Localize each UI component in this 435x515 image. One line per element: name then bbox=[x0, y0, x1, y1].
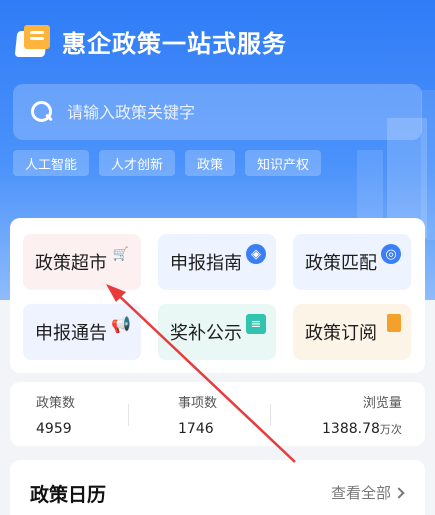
match-icon: ◎ bbox=[381, 244, 401, 264]
stat-value: 1746 bbox=[178, 421, 214, 437]
stat-item-count: 事项数 1746 bbox=[178, 392, 217, 437]
section-title: 政策日历 bbox=[30, 484, 107, 506]
stat-value: 1388.78 bbox=[322, 421, 380, 437]
tile-label: 申报通告 bbox=[35, 323, 107, 344]
stat-label: 政策数 bbox=[36, 396, 76, 411]
tile-apply-guide[interactable]: 申报指南 ◈ bbox=[158, 234, 276, 290]
tile-label: 奖补公示 bbox=[170, 323, 242, 344]
stats-bar: 政策数 4959 事项数 1746 浏览量 1388.78万次 bbox=[10, 382, 425, 446]
view-all-label: 查看全部 bbox=[330, 484, 391, 502]
search-input[interactable] bbox=[67, 102, 387, 122]
tile-label: 政策订阅 bbox=[305, 323, 377, 344]
service-grid: 政策超市 🛒 申报指南 ◈ 政策匹配 ◎ 申报通告 📢 奖补公示 ≡ 政策订阅 bbox=[10, 218, 425, 373]
tile-policy-subscribe[interactable]: 政策订阅 bbox=[293, 304, 411, 360]
stat-policy-count: 政策数 4959 bbox=[36, 392, 75, 437]
cart-icon: 🛒 bbox=[112, 246, 130, 262]
search-bar[interactable] bbox=[13, 84, 422, 140]
folder-logo-icon bbox=[14, 24, 52, 59]
building-decoration bbox=[421, 90, 435, 240]
tag-policy[interactable]: 政策 bbox=[185, 150, 236, 176]
compass-icon: ◈ bbox=[246, 244, 266, 264]
stat-views: 浏览量 1388.78万次 bbox=[322, 392, 402, 437]
divider bbox=[128, 404, 129, 426]
stat-unit: 万次 bbox=[379, 423, 402, 436]
app-header: 惠企政策一站式服务 bbox=[14, 24, 287, 59]
tag-ip[interactable]: 知识产权 bbox=[245, 150, 322, 176]
page-title: 惠企政策一站式服务 bbox=[62, 30, 287, 58]
stat-label: 浏览量 bbox=[362, 396, 402, 411]
tile-label: 申报指南 bbox=[170, 253, 242, 274]
stat-value: 4959 bbox=[36, 421, 72, 437]
divider bbox=[270, 404, 271, 426]
tile-apply-notice[interactable]: 申报通告 📢 bbox=[23, 304, 141, 360]
chevron-right-icon bbox=[393, 486, 405, 499]
tile-policy-match[interactable]: 政策匹配 ◎ bbox=[293, 234, 411, 290]
policy-calendar: 政策日历 查看全部 bbox=[10, 460, 425, 515]
search-icon[interactable] bbox=[31, 101, 53, 123]
bookmark-icon bbox=[387, 314, 401, 332]
view-all-link[interactable]: 查看全部 bbox=[330, 482, 405, 503]
chat-icon: ≡ bbox=[246, 314, 266, 334]
stat-label: 事项数 bbox=[178, 396, 218, 411]
megaphone-icon: 📢 bbox=[111, 314, 131, 334]
tile-subsidy-publicity[interactable]: 奖补公示 ≡ bbox=[158, 304, 276, 360]
tile-label: 政策超市 bbox=[35, 253, 107, 274]
hot-tags: 人工智能 人才创新 政策 知识产权 bbox=[13, 150, 322, 176]
tag-talent[interactable]: 人才创新 bbox=[99, 150, 176, 176]
tile-policy-market[interactable]: 政策超市 🛒 bbox=[23, 234, 141, 290]
tile-label: 政策匹配 bbox=[305, 253, 377, 274]
stat-value-row: 1388.78万次 bbox=[322, 421, 402, 437]
tag-ai[interactable]: 人工智能 bbox=[13, 150, 90, 176]
